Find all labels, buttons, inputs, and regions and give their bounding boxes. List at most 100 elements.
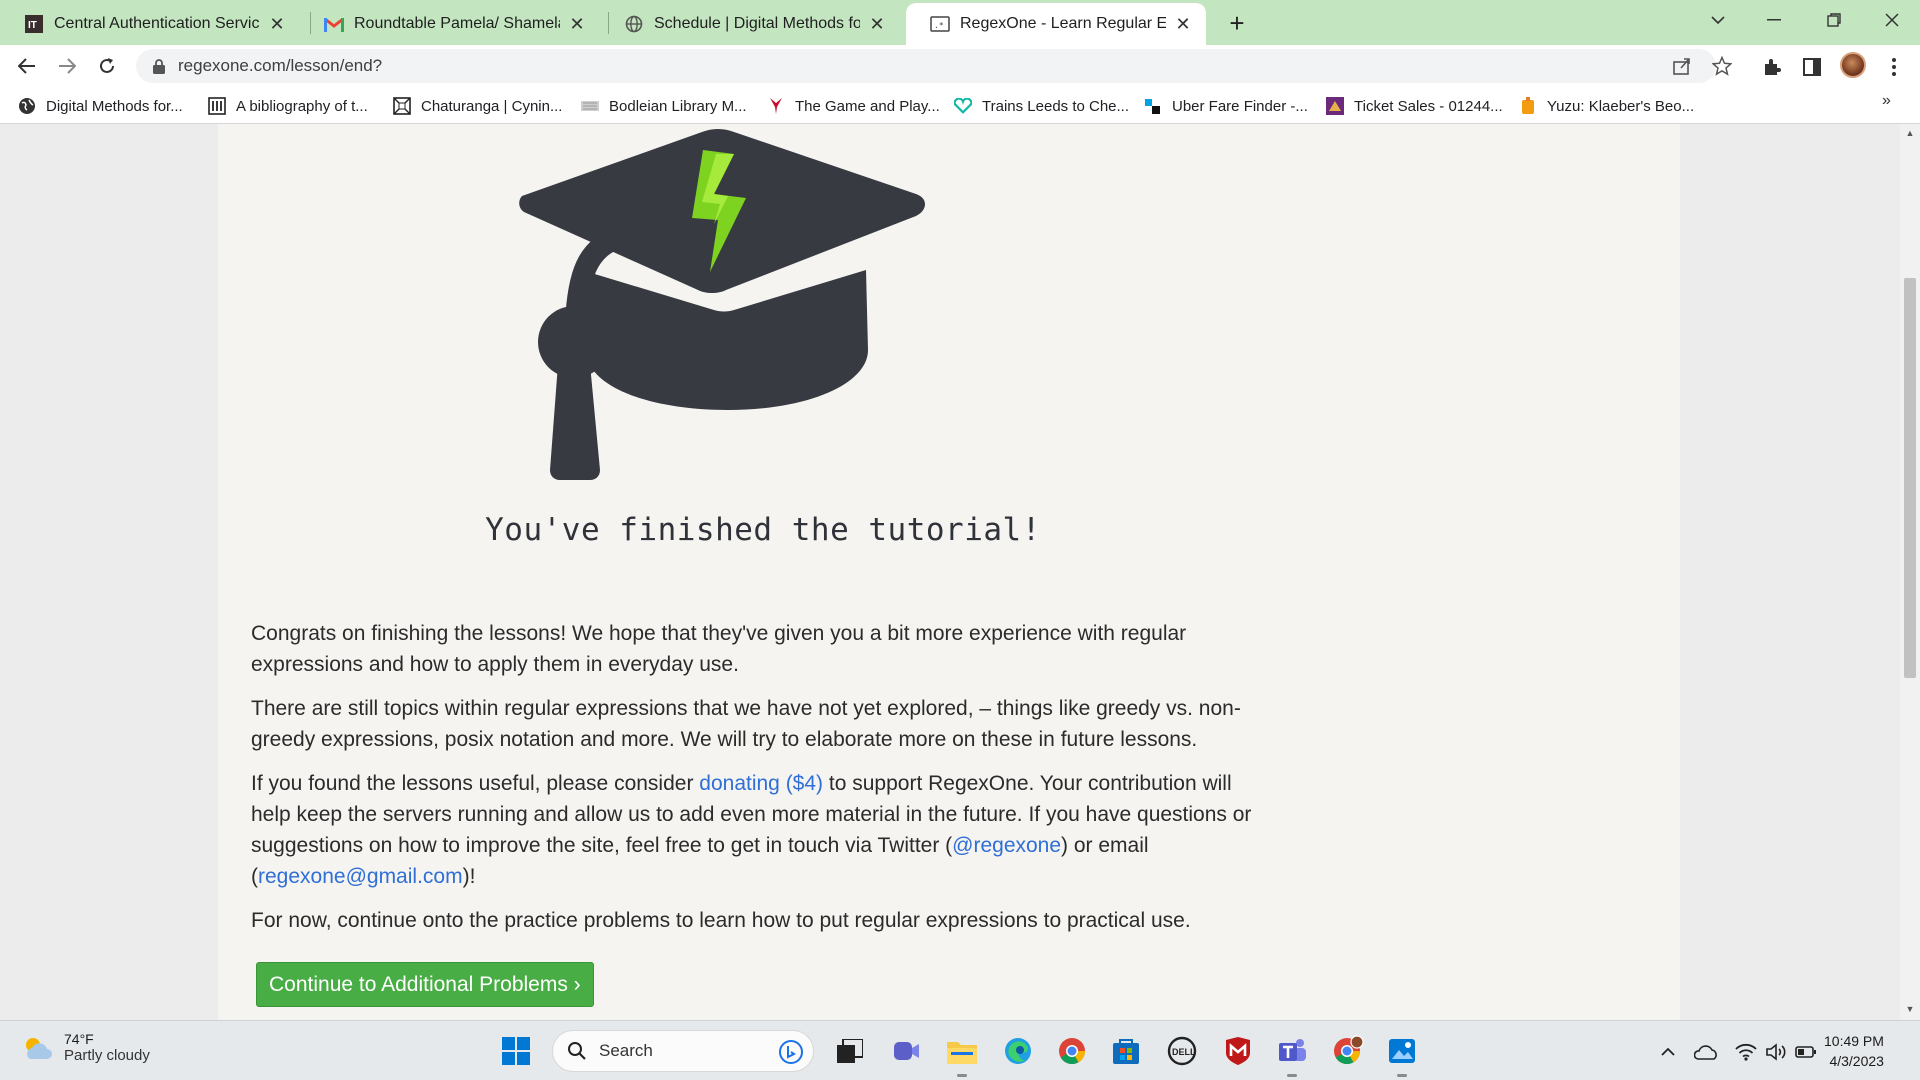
bing-icon[interactable] [779,1040,803,1064]
minimize-icon[interactable] [1746,0,1802,40]
vertical-scrollbar[interactable]: ▲ ▼ [1900,124,1920,1020]
bookmark-item[interactable]: Chaturanga | Cynin... [393,94,562,118]
share-icon[interactable] [1670,54,1694,78]
edge-browser-icon[interactable] [1000,1033,1036,1069]
bookmark-item[interactable]: The Game and Play... [767,94,940,118]
bookmark-label: Chaturanga | Cynin... [421,97,563,115]
close-icon[interactable]: ✕ [266,13,288,35]
photos-icon[interactable] [1384,1033,1420,1077]
close-icon[interactable]: ✕ [866,13,888,35]
continue-button[interactable]: Continue to Additional Problems › [256,962,594,1007]
lock-icon[interactable] [152,58,166,74]
trainline-icon [954,97,972,115]
bookmarks-overflow-button[interactable]: » [1882,92,1891,110]
onedrive-icon[interactable] [1694,1040,1718,1064]
gmail-icon [324,14,344,34]
globe-icon [18,97,36,115]
profile-avatar[interactable] [1840,52,1866,78]
svg-text:.*: .* [934,21,944,30]
mcafee-icon[interactable] [1220,1033,1256,1069]
email-link[interactable]: regexone@gmail.com [258,865,463,888]
windows-taskbar: 74°F Partly cloudy Search DELL 10:49 PM … [0,1020,1920,1080]
microsoft-store-icon[interactable] [1108,1033,1144,1069]
tab-schedule[interactable]: Schedule | Digital Methods for Hi ✕ [600,3,900,45]
windows-start-icon[interactable] [498,1033,534,1069]
bodleian-icon [581,97,599,115]
task-view-icon[interactable] [832,1033,868,1069]
url-text[interactable]: regexone.com/lesson/end? [178,56,382,76]
library-icon [208,97,226,115]
bookmark-label: Bodleian Library M... [609,97,747,115]
clock-time: 10:49 PM [1824,1033,1884,1049]
svg-text:IT: IT [28,20,37,31]
bookmark-label: The Game and Play... [795,97,940,115]
bookmark-star-icon[interactable] [1710,54,1734,78]
address-bar[interactable]: regexone.com/lesson/end? [136,49,1716,83]
reload-icon[interactable] [92,51,122,81]
teams-icon[interactable] [1274,1033,1310,1077]
bookmark-item[interactable]: A bibliography of t... [208,94,368,118]
show-hidden-icons-chevron-icon[interactable] [1656,1040,1680,1064]
bookmark-item[interactable]: Bodleian Library M... [581,94,747,118]
wifi-icon[interactable] [1734,1040,1758,1064]
bookmark-label: A bibliography of t... [236,97,368,115]
tab-title: RegexOne - Learn Regular Expres [960,15,1166,32]
new-tab-button[interactable]: + [1222,8,1252,38]
clock-date: 4/3/2023 [1829,1053,1884,1069]
graduation-cap-icon [519,129,925,480]
battery-icon[interactable] [1794,1040,1818,1064]
bookmark-item[interactable]: Uber Fare Finder -... [1144,94,1308,118]
uber-icon [1144,97,1162,115]
twitter-link[interactable]: @regexone [952,834,1061,857]
tab-regexone[interactable]: .* RegexOne - Learn Regular Expres ✕ [906,3,1206,45]
tab-cas[interactable]: IT Central Authentication Service ✕ [0,3,300,45]
partly-cloudy-icon [26,1037,52,1059]
weather-widget[interactable]: 74°F Partly cloudy [20,1031,150,1064]
weather-temperature: 74°F [64,1031,94,1047]
close-window-icon[interactable] [1864,0,1920,40]
side-panel-icon[interactable] [1800,55,1824,79]
file-explorer-icon[interactable] [944,1033,980,1077]
bookmark-item[interactable]: Digital Methods for... [18,94,183,118]
tab-title: Central Authentication Service [54,15,260,32]
tab-title: Schedule | Digital Methods for Hi [654,15,860,32]
volume-icon[interactable] [1764,1040,1788,1064]
regexone-icon: .* [930,14,950,34]
donate-link[interactable]: donating ($4) [699,772,823,795]
bookmarks-bar: Digital Methods for... A bibliography of… [0,87,1920,124]
taskbar-search[interactable]: Search [552,1030,814,1072]
system-clock[interactable]: 10:49 PM 4/3/2023 [1824,1031,1884,1071]
extensions-icon[interactable] [1760,55,1784,79]
lesson-body: Congrats on finishing the lessons! We ho… [251,618,1271,949]
close-icon[interactable]: ✕ [1172,13,1194,35]
dell-icon[interactable]: DELL [1164,1033,1200,1069]
search-label: Search [599,1041,653,1060]
bookmark-red-icon [767,97,785,115]
ticket-icon [1326,97,1344,115]
teams-chat-icon[interactable] [888,1033,924,1069]
bookmark-label: Digital Methods for... [46,97,183,115]
restore-icon[interactable] [1806,0,1862,40]
yuzu-icon [1519,97,1537,115]
search-icon [567,1041,587,1061]
paragraph-donate: If you found the lessons useful, please … [251,768,1271,892]
back-arrow-icon[interactable] [12,51,42,81]
chrome-icon[interactable] [1054,1033,1090,1069]
svg-text:DELL: DELL [1172,1047,1196,1057]
bookmark-item[interactable]: Ticket Sales - 01244... [1326,94,1503,118]
lesson-content: You've finished the tutorial! Congrats o… [218,124,1680,1020]
scroll-thumb[interactable] [1904,278,1916,678]
scroll-down-arrow-icon[interactable]: ▼ [1905,1004,1915,1014]
forward-arrow-icon[interactable] [52,51,82,81]
tab-search-icon[interactable] [1690,0,1746,40]
chrome-active-icon[interactable] [1330,1033,1366,1069]
paragraph-congrats: Congrats on finishing the lessons! We ho… [251,622,1187,676]
scroll-up-arrow-icon[interactable]: ▲ [1905,128,1915,138]
bookmark-item[interactable]: Yuzu: Klaeber's Beo... [1519,94,1694,118]
bookmark-item[interactable]: Trains Leeds to Che... [954,94,1129,118]
menu-kebab-icon[interactable] [1882,55,1906,79]
close-icon[interactable]: ✕ [566,13,588,35]
chaturanga-icon [393,97,411,115]
tab-roundtable[interactable]: Roundtable Pamela/ Shamela new ✕ [300,3,600,45]
page-viewport: You've finished the tutorial! Congrats o… [0,124,1900,1020]
